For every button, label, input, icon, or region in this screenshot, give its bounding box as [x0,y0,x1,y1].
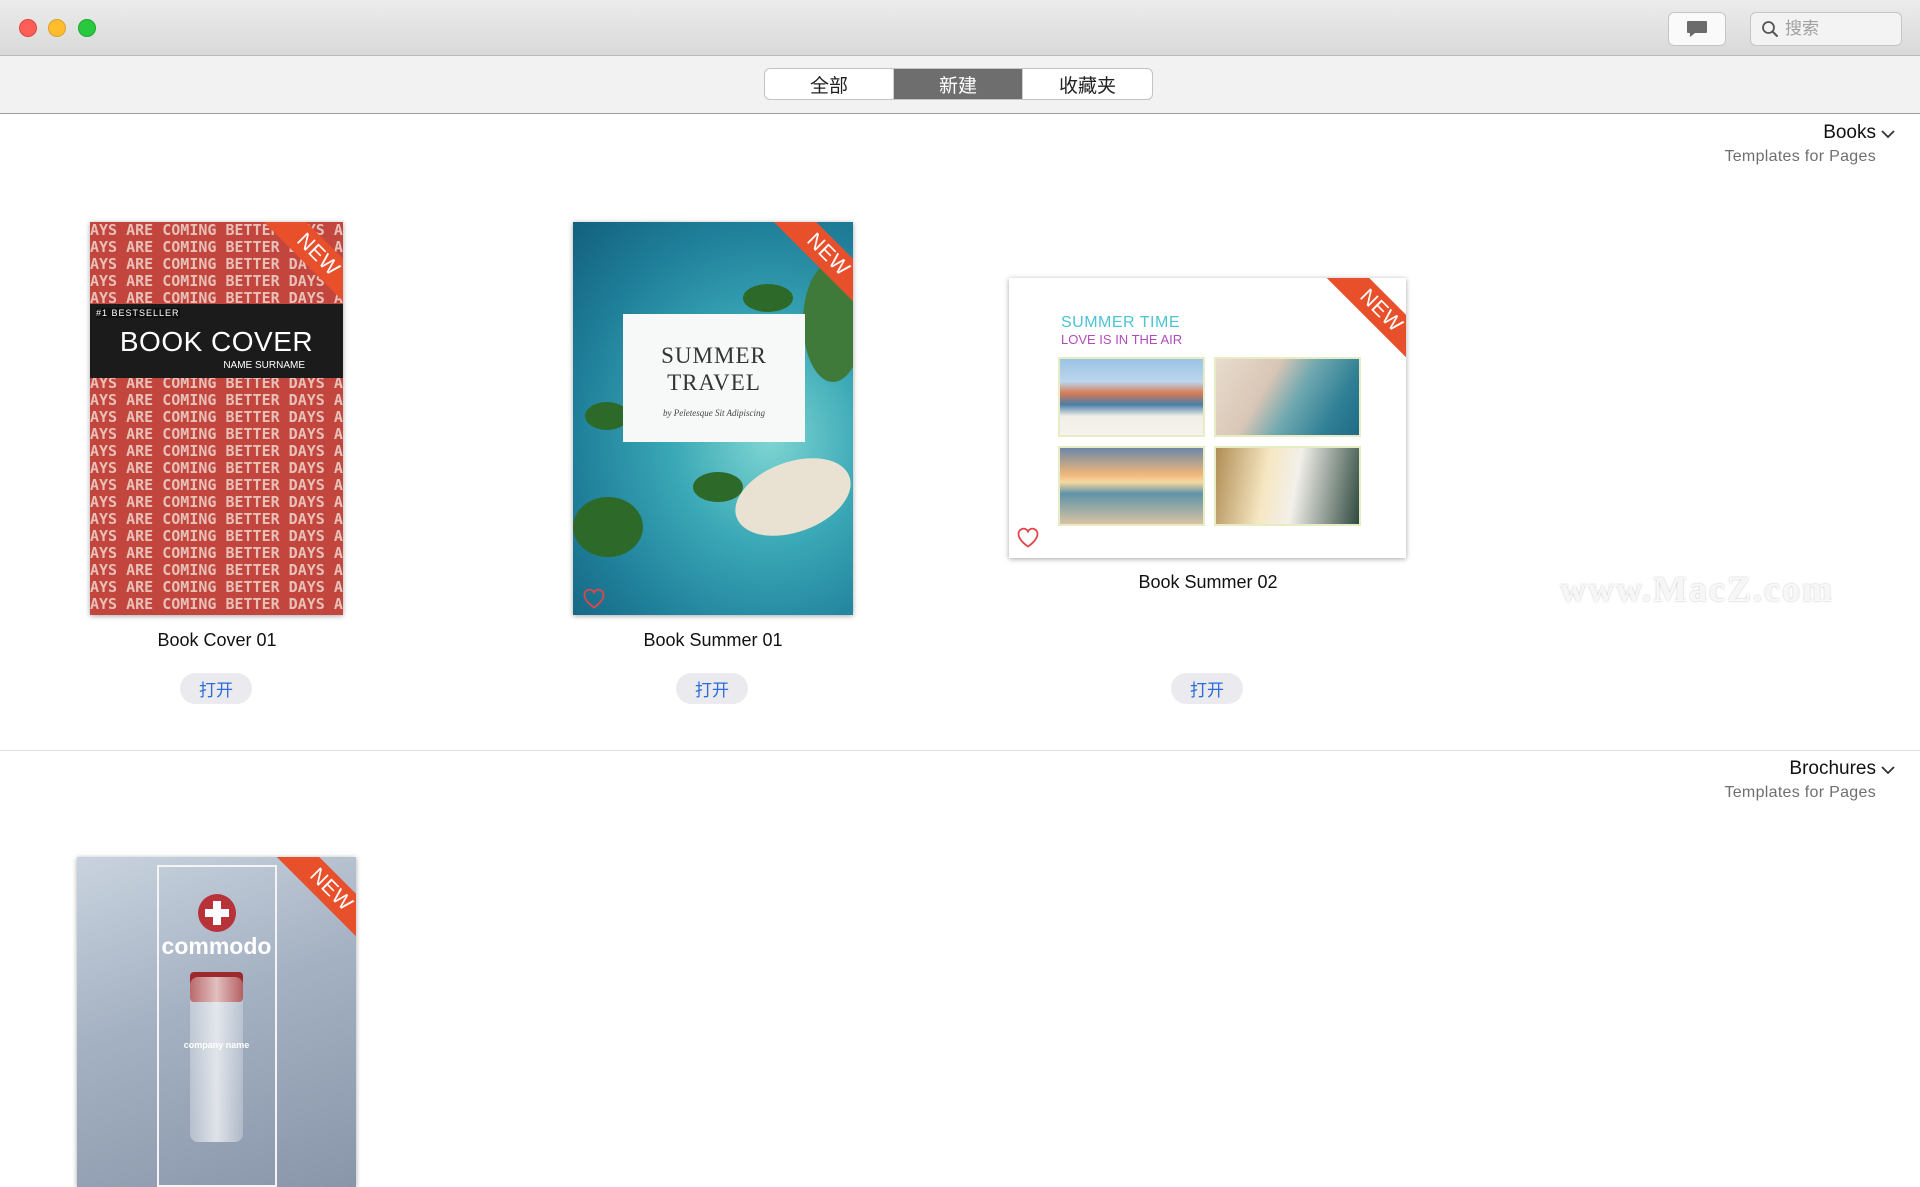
bottle-shape [190,977,243,1142]
filter-segmented-control: 全部 新建 收藏夹 [764,68,1153,100]
cover-title-line-2: TRAVEL [667,370,761,395]
open-button[interactable]: 打开 [676,673,748,704]
feedback-button[interactable] [1668,12,1726,46]
cover-title-line-1: SUMMER TIME [1061,314,1180,331]
heart-icon[interactable] [1015,525,1041,549]
watermark: www.MacZ.com [1560,569,1834,609]
minimize-window-button[interactable] [48,19,66,37]
sunset-beach-photo [1058,446,1205,526]
tab-favorites[interactable]: 收藏夹 [1023,69,1152,99]
company-name: company name [183,1040,250,1050]
island-shape [743,284,793,312]
section-subtitle: Templates for Pages [1724,148,1876,165]
island-shape [693,472,743,502]
cover-title-line-1: SUMMER [661,343,767,368]
cover-title-panel: SUMMER TRAVEL by Peletesque Sit Adipisci… [623,314,805,442]
chevron-down-icon [1881,130,1895,139]
title-bar [0,0,1920,56]
heart-icon[interactable] [581,586,607,610]
brochures-section-header[interactable]: Brochures Templates for Pages [1724,758,1896,802]
template-thumbnail-brochure-01[interactable]: commodo company name NEW [77,857,356,1187]
template-thumbnail-book-cover-01[interactable]: AYS ARE COMING BETTER DAYS AR AYS ARE CO… [90,222,343,615]
beach-huts-photo [1058,357,1205,437]
cover-title: BOOK COVER [119,326,314,357]
tab-new[interactable]: 新建 [894,69,1023,99]
books-section-header[interactable]: Books Templates for Pages [1724,122,1896,166]
brochure-brand: commodo [161,933,272,959]
couple-beach-photo [1214,446,1361,526]
template-thumbnail-book-summer-02[interactable]: SUMMER TIME LOVE IS IN THE AIR NEW [1009,278,1406,558]
template-thumbnail-book-summer-01[interactable]: SUMMER TRAVEL by Peletesque Sit Adipisci… [573,222,853,615]
open-button[interactable]: 打开 [180,673,252,704]
section-title: Brochures [1789,758,1876,779]
template-name: Book Summer 02 [1138,572,1278,592]
bestseller-badge: #1 BESTSELLER [96,308,180,318]
cover-pattern-text: AYS ARE COMING BETTER DAYS AR AYS ARE CO… [90,222,343,615]
cover-byline: by Peletesque Sit Adipiscing [662,408,766,418]
cover-author: NAME SURNAME [223,360,305,371]
section-title: Books [1823,122,1876,143]
search-input[interactable] [1785,19,1895,39]
search-icon [1762,21,1778,37]
medical-cross-icon [198,894,236,932]
close-window-button[interactable] [19,19,37,37]
chevron-down-icon [1881,766,1895,775]
section-subtitle: Templates for Pages [1724,784,1876,801]
speech-bubble-icon [1687,21,1707,37]
template-name: Book Cover 01 [157,630,277,650]
tab-all[interactable]: 全部 [765,69,894,99]
sand-shape [724,443,853,551]
search-field[interactable] [1750,12,1902,46]
open-button[interactable]: 打开 [1171,673,1243,704]
template-name: Book Summer 01 [643,630,783,650]
aerial-shore-photo [1214,357,1361,437]
filter-bar: 全部 新建 收藏夹 [0,56,1920,114]
island-shape [573,497,643,557]
zoom-window-button[interactable] [78,19,96,37]
cover-title-line-2: LOVE IS IN THE AIR [1061,332,1183,347]
section-divider [0,750,1920,751]
cover-title-band: #1 BESTSELLER BOOK COVER NAME SURNAME [90,304,343,378]
new-ribbon: NEW [1324,278,1406,368]
